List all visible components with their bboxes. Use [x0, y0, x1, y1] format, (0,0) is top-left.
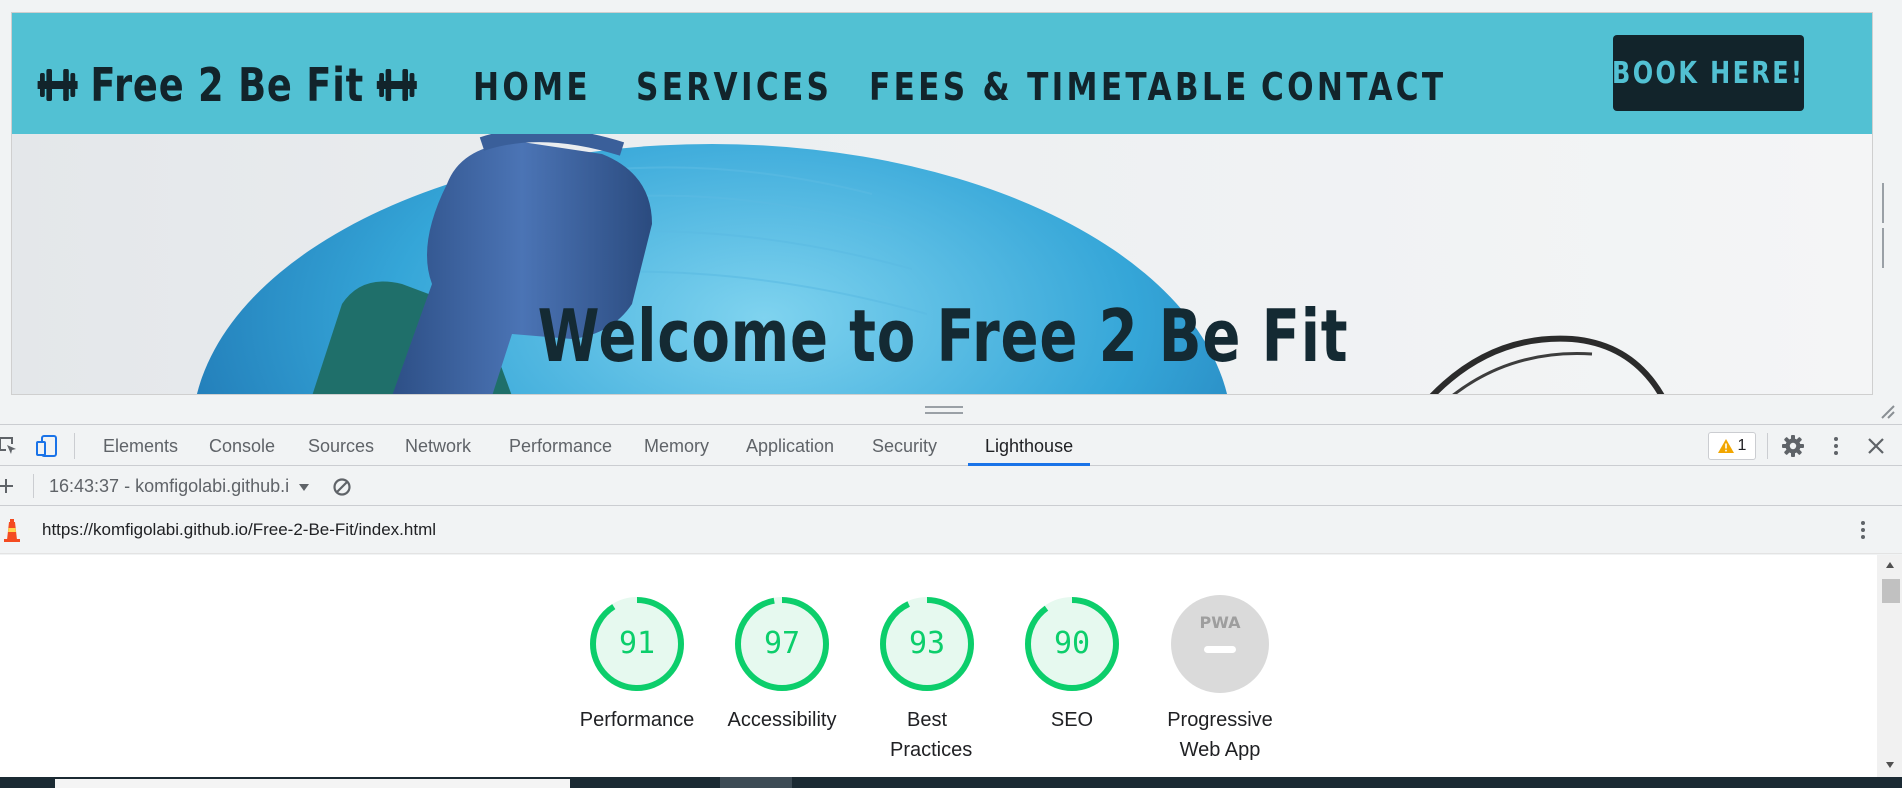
scroll-up-icon[interactable]	[1885, 561, 1895, 569]
resize-corner-icon[interactable]	[1878, 402, 1896, 420]
score-value: 93	[908, 626, 946, 661]
dropdown-arrow-icon	[299, 484, 310, 491]
gauge-accessibility[interactable]: 97 Accessibility	[707, 595, 857, 735]
screen: Free 2 Be Fit HOME SERVICES FEES & TIMET…	[0, 0, 1902, 788]
os-taskbar	[0, 777, 1902, 788]
hero-banner: Welcome to Free 2 Be Fit	[12, 134, 1872, 394]
pwa-dial: PWA	[1171, 595, 1269, 693]
scroll-down-icon[interactable]	[1885, 761, 1895, 769]
toolbar-divider	[33, 474, 34, 498]
close-icon[interactable]	[1866, 436, 1886, 456]
warnings-badge[interactable]: 1	[1708, 432, 1756, 460]
gauge-label: Best Practices	[890, 709, 973, 761]
report-url[interactable]: https://komfigolabi.github.io/Free-2-Be-…	[42, 506, 436, 554]
brand-name: Free 2 Be Fit	[90, 58, 365, 112]
score-value: 91	[618, 626, 656, 661]
tab-sources[interactable]: Sources	[308, 425, 374, 466]
tab-lighthouse[interactable]: Lighthouse	[968, 425, 1091, 466]
devtools-tabbar: Elements Console Sources Network Perform…	[0, 424, 1902, 466]
gear-icon[interactable]	[1782, 435, 1804, 457]
score-dial: 91	[588, 595, 686, 693]
scrollbar-thumb[interactable]	[1882, 579, 1900, 603]
report-selector[interactable]: 16:43:37 - komfigolabi.github.i	[49, 466, 310, 506]
gauge-label: Performance	[579, 709, 695, 731]
tab-security[interactable]: Security	[872, 425, 937, 466]
warning-icon	[1717, 439, 1734, 453]
book-here-button[interactable]: BOOK HERE!	[1612, 35, 1805, 111]
gauge-label: Accessibility	[727, 709, 837, 731]
toolbar-divider	[74, 433, 75, 459]
pwa-badge-text: PWA	[1199, 613, 1241, 632]
warnings-count: 1	[1737, 437, 1747, 454]
gauge-label: Progressive Web App	[1167, 709, 1273, 761]
pwa-badge-icon: PWA	[1171, 595, 1269, 693]
hero-title: Welcome to Free 2 Be Fit	[537, 294, 1349, 378]
plus-icon[interactable]	[0, 478, 14, 494]
book-here-label: BOOK HERE!	[1612, 55, 1805, 91]
gauge-performance[interactable]: 91 Performance	[562, 595, 712, 735]
score-value: 97	[763, 626, 801, 661]
tab-elements[interactable]: Elements	[103, 425, 178, 466]
dumbbell-icon	[37, 69, 78, 101]
page-viewport: Free 2 Be Fit HOME SERVICES FEES & TIMET…	[11, 12, 1873, 395]
tab-network[interactable]: Network	[405, 425, 471, 466]
gauge-seo[interactable]: 90 SEO	[997, 595, 1147, 735]
clear-icon[interactable]	[332, 477, 352, 497]
kebab-menu-icon[interactable]	[1825, 435, 1847, 457]
tab-memory[interactable]: Memory	[644, 425, 709, 466]
report-url-bar: https://komfigolabi.github.io/Free-2-Be-…	[0, 506, 1902, 554]
score-dial: 93	[878, 595, 976, 693]
nav-services[interactable]: SERVICES	[636, 57, 832, 117]
toolbar-divider	[1767, 433, 1768, 459]
inspect-icon[interactable]	[0, 436, 18, 456]
gauge-label: SEO	[1050, 709, 1094, 731]
lighthouse-toolbar: 16:43:37 - komfigolabi.github.i	[0, 466, 1902, 506]
nav-home[interactable]: HOME	[473, 57, 591, 117]
dumbbell-icon	[376, 69, 417, 101]
score-value: 90	[1053, 626, 1091, 661]
gauge-best-practices[interactable]: 93 Best Practices	[852, 595, 1002, 765]
site-brand[interactable]: Free 2 Be Fit	[36, 55, 418, 115]
tab-application[interactable]: Application	[746, 425, 834, 466]
gauge-pwa[interactable]: PWA Progressive Web App	[1145, 595, 1295, 765]
report-selector-value: 16:43:37 - komfigolabi.github.i	[49, 476, 290, 496]
lighthouse-report: 91 Performance 97 Accessibility 93 Best Pract…	[0, 555, 1877, 777]
taskbar-item[interactable]	[720, 777, 792, 788]
taskbar-search[interactable]	[55, 779, 570, 788]
lighthouse-icon	[4, 519, 20, 542]
score-dial: 90	[1023, 595, 1121, 693]
viewport-height-handle[interactable]	[925, 406, 963, 414]
nav-contact[interactable]: CONTACT	[1261, 57, 1446, 117]
site-navbar: Free 2 Be Fit HOME SERVICES FEES & TIMET…	[12, 13, 1872, 134]
viewport-width-handle[interactable]	[1882, 183, 1889, 268]
tab-console[interactable]: Console	[209, 425, 275, 466]
tab-performance[interactable]: Performance	[509, 425, 612, 466]
kebab-menu-icon[interactable]	[1852, 519, 1874, 541]
report-scrollbar[interactable]	[1877, 555, 1902, 777]
nav-fees-timetable[interactable]: FEES & TIMETABLE	[869, 57, 1250, 117]
score-dial: 97	[733, 595, 831, 693]
device-toolbar-icon[interactable]	[35, 434, 59, 458]
